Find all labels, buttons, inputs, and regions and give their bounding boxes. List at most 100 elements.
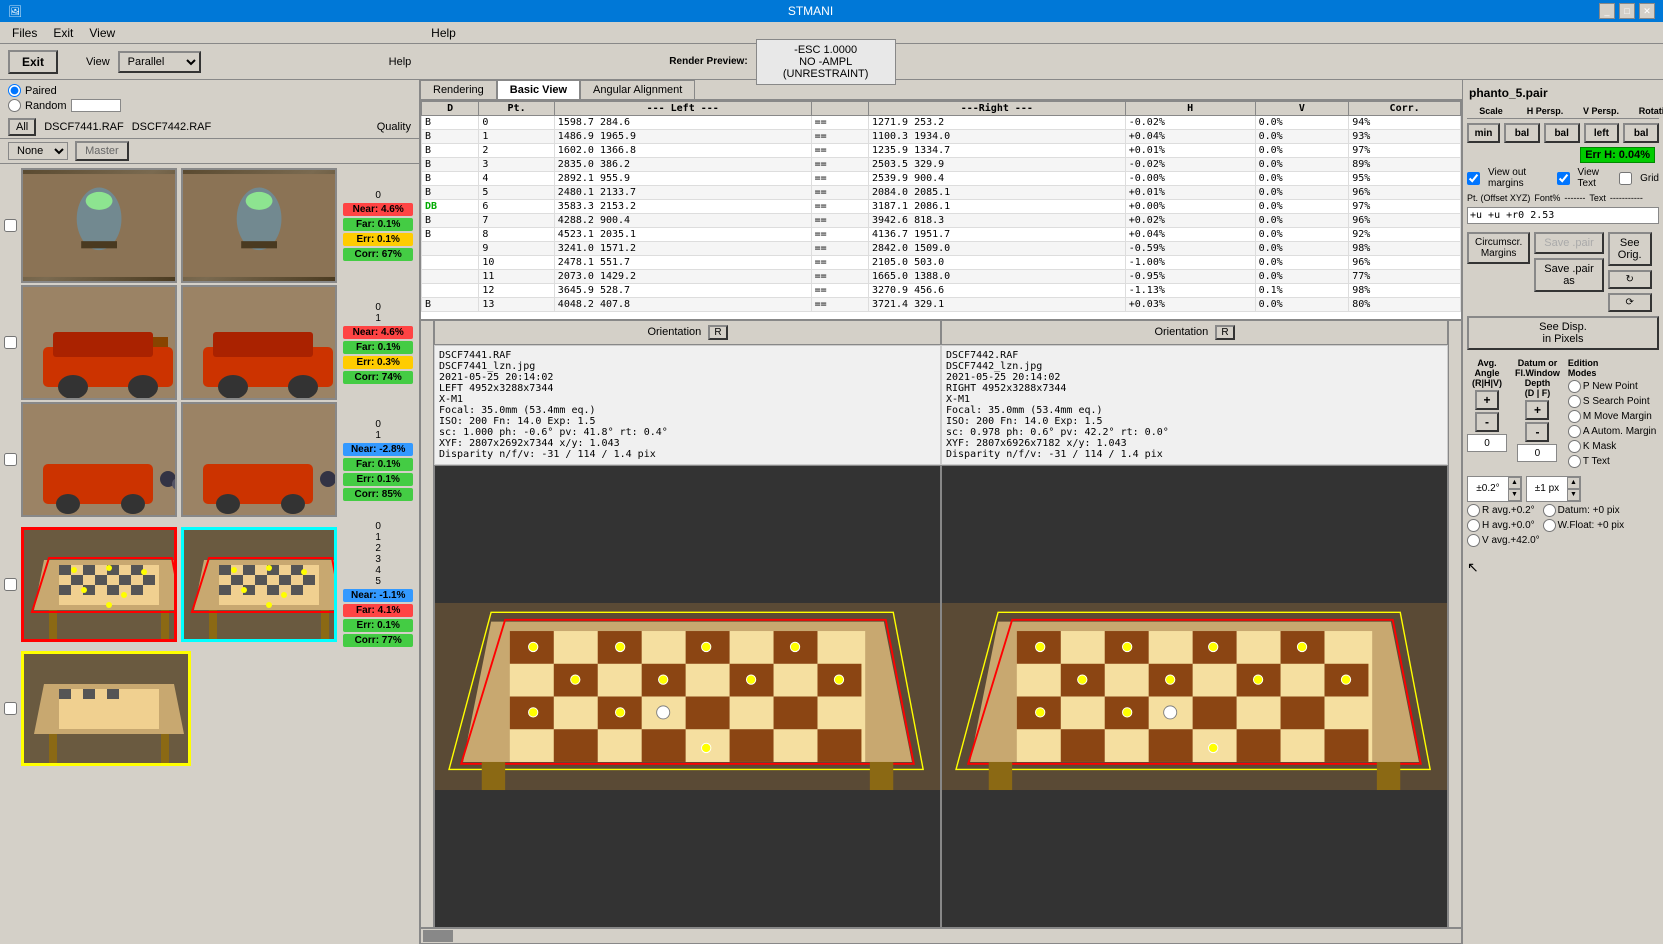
p-new-point-radio[interactable] [1568,380,1581,393]
v-avg-label: V avg.+42.0° [1482,535,1540,546]
random-value-input[interactable] [71,99,121,112]
thumb-left-2[interactable] [21,285,177,400]
h-persp-bal-button[interactable]: bal [1504,123,1540,143]
rotation-left-button[interactable]: left [1584,123,1620,143]
thumb-left-4-selected[interactable]: ⤡ [21,527,177,642]
view-out-margins-check[interactable] [1467,172,1480,185]
h-avg-radio[interactable] [1467,519,1480,532]
thumb-right-3[interactable] [181,402,337,517]
tab-angular-alignment[interactable]: Angular Alignment [580,80,695,99]
step-angle-row: ▲ ▼ ▲ ▼ [1467,476,1659,502]
random-radio[interactable] [8,99,21,112]
right-reset-button[interactable]: R [1215,325,1234,340]
datum-value-input[interactable] [1517,444,1557,462]
master-button[interactable]: Master [75,141,129,161]
menu-exit[interactable]: Exit [45,24,81,42]
grid-check[interactable] [1619,172,1632,185]
avg-value-input[interactable] [1467,434,1507,452]
angle-step-up[interactable]: ▲ [1508,477,1521,489]
save-pair-button[interactable]: Save .pair [1534,232,1604,254]
view-select[interactable]: Parallel Cross-eye Anaglyph [118,51,201,73]
left-xyz: XYF: 2807x2692x7344 x/y: 1.043 [439,438,936,449]
table-cell: 2084.0 2085.1 [868,186,1125,200]
tab-rendering[interactable]: Rendering [420,80,497,99]
all-button[interactable]: All [8,118,36,136]
table-cell: 2478.1 551.7 [554,256,811,270]
exit-button[interactable]: Exit [8,50,58,74]
horizontal-scrollbar[interactable] [420,928,1462,944]
thumb-left-5-selected[interactable] [21,651,191,766]
hscroll-thumb[interactable] [423,930,453,942]
m-move-margin-radio[interactable] [1568,410,1581,423]
v-persp-bal-button[interactable]: bal [1544,123,1580,143]
tab-basic-view[interactable]: Basic View [497,80,580,99]
t-text-radio[interactable] [1568,455,1581,468]
scale-min-button[interactable]: min [1467,123,1500,143]
table-cell: 2842.0 1509.0 [868,242,1125,256]
s-search-point-radio[interactable] [1568,395,1581,408]
angle-step-input[interactable] [1468,483,1508,494]
circumscr-margins-button[interactable]: Circumscr.Margins [1467,232,1530,264]
refresh-button[interactable]: ↻ [1608,270,1652,289]
save-pair-as-button[interactable]: Save .pairas [1534,258,1604,292]
menu-view[interactable]: View [81,24,123,42]
pixel-step-spinbox[interactable]: ▲ ▼ [1526,476,1581,502]
quality-panel-1: 0 Near: 4.6% Far: 0.1% Err: 0.1% Corr: 6… [341,188,415,263]
phantogr-bal-button[interactable]: bal [1623,123,1659,143]
pixel-step-up[interactable]: ▲ [1567,477,1580,489]
menu-help[interactable]: Help [423,24,464,42]
corr-bar-2: Corr: 74% [343,371,413,384]
checkbox-row2[interactable] [4,336,17,349]
right-orientation-panel: Orientation R DSCF7442.RAF DSCF7442_lzn.… [941,320,1448,928]
center-panel: Rendering Basic View Angular Alignment D… [420,80,1463,944]
a-autom-margin-radio[interactable] [1568,425,1581,438]
none-select[interactable]: None [8,142,68,160]
minimize-button[interactable]: _ [1599,3,1615,19]
checkbox-row1[interactable] [4,219,17,232]
pixel-step-input[interactable] [1527,483,1567,494]
thumb-right-1[interactable] [181,168,337,283]
see-disp-pixels-button[interactable]: See Disp.in Pixels [1467,316,1659,350]
vertical-scrollbar[interactable] [420,320,434,928]
checkbox-row3[interactable] [4,453,17,466]
maximize-button[interactable]: □ [1619,3,1635,19]
wfloat-radio[interactable] [1543,519,1556,532]
r-avg-radio[interactable] [1467,504,1480,517]
right-scrollbar[interactable] [1448,320,1462,928]
reset-view-button[interactable]: ⟳ [1608,293,1652,312]
thumb-left-3[interactable] [21,402,177,517]
col-rotation: Rotation [1631,106,1663,116]
table-cell: 1486.9 1965.9 [554,130,811,144]
thumb-left-1[interactable] [21,168,177,283]
left-reset-button[interactable]: R [708,325,727,340]
angle-step-down[interactable]: ▼ [1508,489,1521,501]
avg-plus-button[interactable]: + [1475,390,1499,410]
menu-files[interactable]: Files [4,24,45,42]
datum-minus-button[interactable]: - [1525,422,1549,442]
avg-minus-button[interactable]: - [1475,412,1499,432]
checkbox-row5[interactable] [4,702,17,715]
pixel-step-down[interactable]: ▼ [1567,489,1580,501]
table-cell: 0.0% [1255,256,1349,270]
a-autom-margin-label: A Autom. Margin [1583,426,1656,437]
datum-radio[interactable] [1543,504,1556,517]
view-text-check[interactable] [1557,172,1570,185]
pt-offset-label: Pt. (Offset XYZ) [1467,193,1530,203]
datum-plus-button[interactable]: + [1525,400,1549,420]
k-mask-radio[interactable] [1568,440,1581,453]
thumb-right-2[interactable] [181,285,337,400]
see-orig-button[interactable]: SeeOrig. [1608,232,1652,266]
left-chess-image[interactable] [434,465,941,928]
close-button[interactable]: ✕ [1639,3,1655,19]
near-bar-1: Near: 4.6% [343,203,413,216]
right-chess-image[interactable] [941,465,1448,928]
v-avg-radio[interactable] [1467,534,1480,547]
right-orientation-info: DSCF7442.RAF DSCF7442_lzn.jpg 2021-05-25… [941,345,1448,465]
title-bar-icon: 🖼 [8,5,22,18]
angle-step-spinbox[interactable]: ▲ ▼ [1467,476,1522,502]
paired-radio[interactable] [8,84,21,97]
checkbox-row4[interactable] [4,578,17,591]
view-label: View [86,56,110,68]
thumb-right-4-selected[interactable] [181,527,337,642]
col-left: --- Left --- [554,102,811,116]
